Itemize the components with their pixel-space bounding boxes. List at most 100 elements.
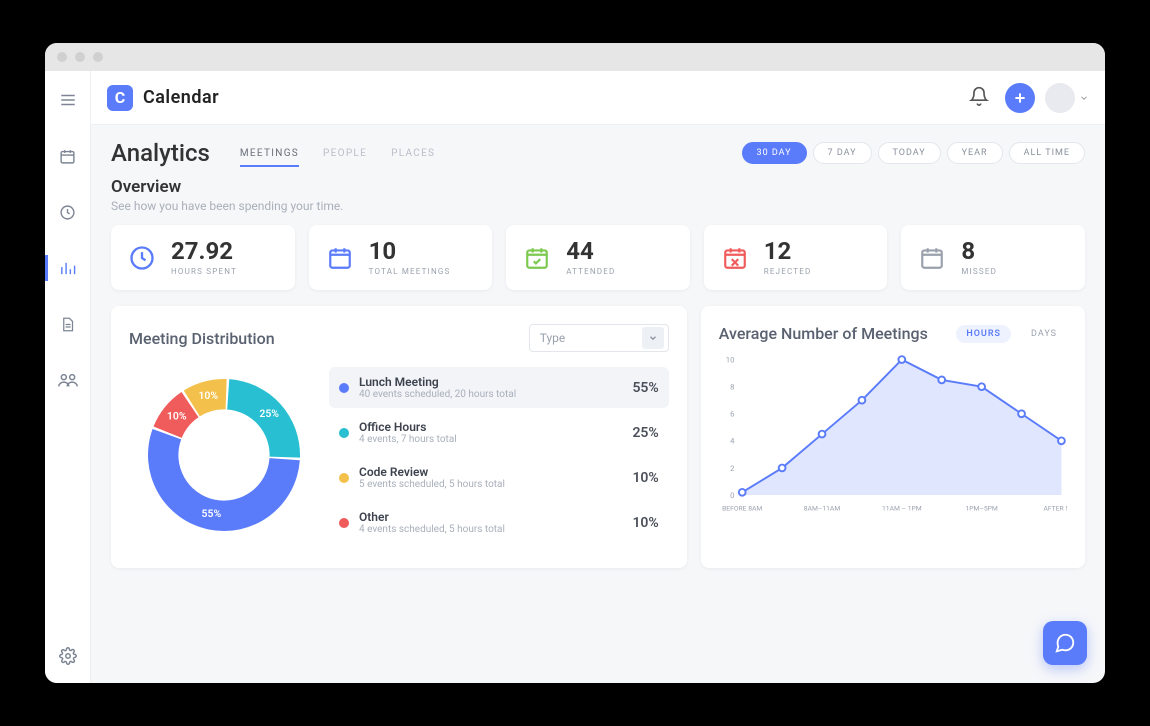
app-window: C Calendar Analytics MEET: [45, 43, 1105, 683]
range-year[interactable]: YEAR: [947, 142, 1003, 164]
legend-pct: 10%: [632, 470, 658, 486]
add-button[interactable]: [1005, 83, 1035, 113]
app-body: C Calendar Analytics MEET: [45, 71, 1105, 683]
stat-value: 8: [961, 239, 997, 263]
range-filter-group: 30 DAY 7 DAY TODAY YEAR ALL TIME: [742, 142, 1085, 164]
stat-value: 10: [369, 239, 451, 263]
window-titlebar: [45, 43, 1105, 71]
stat-card-attended: 44 ATTENDED: [506, 225, 690, 290]
toggle-hours[interactable]: HOURS: [956, 325, 1011, 343]
average-meetings-panel: Average Number of Meetings HOURSDAYS 024…: [701, 306, 1085, 568]
tab-places[interactable]: PLACES: [391, 148, 435, 167]
overview-title: Overview: [111, 177, 1085, 197]
legend-swatch: [339, 428, 349, 438]
stat-card-row: 27.92 HOURS SPENT 10 TOTAL MEETINGS 44 A…: [111, 225, 1085, 290]
distribution-item[interactable]: Other 4 events scheduled, 5 hours total …: [329, 502, 669, 543]
panel-row: Meeting Distribution Type 55% 25% 10% 10% L…: [111, 306, 1085, 568]
legend-swatch: [339, 473, 349, 483]
legend-pct: 10%: [632, 515, 658, 531]
brand-name: Calendar: [143, 87, 219, 108]
range-today[interactable]: TODAY: [878, 142, 941, 164]
donut-chart: 55%25%10%10%: [129, 360, 319, 550]
legend-sub: 4 events, 7 hours total: [359, 434, 622, 445]
area-chart: 0 2 4 6 8 10 BEFORE 8AM 8AM–11AM 11AM – 1PM 1PM–5…: [719, 351, 1067, 521]
legend-sub: 4 events scheduled, 5 hours total: [359, 524, 622, 535]
traffic-light-close[interactable]: [57, 52, 67, 62]
svg-text:55%: 55%: [202, 507, 222, 520]
stat-value: 12: [764, 239, 812, 263]
svg-text:0: 0: [730, 491, 734, 500]
range-30-day[interactable]: 30 DAY: [742, 142, 807, 164]
user-menu[interactable]: [1045, 83, 1089, 113]
stat-label: TOTAL MEETINGS: [369, 267, 451, 276]
svg-text:4: 4: [730, 437, 735, 446]
stat-label: HOURS SPENT: [171, 267, 237, 276]
distribution-item[interactable]: Code Review 5 events scheduled, 5 hours …: [329, 457, 669, 498]
page-title: Analytics: [111, 139, 210, 167]
check-icon: [522, 243, 552, 273]
chevron-down-icon: [642, 327, 664, 349]
legend-name: Code Review: [359, 465, 622, 479]
legend-swatch: [339, 518, 349, 528]
distribution-title: Meeting Distribution: [129, 329, 275, 348]
brand-mark: C: [107, 85, 133, 111]
svg-text:AFTER 5PM: AFTER 5PM: [1043, 504, 1067, 512]
sidebar-item-time[interactable]: [45, 195, 91, 229]
distribution-item[interactable]: Lunch Meeting 40 events scheduled, 20 ho…: [329, 367, 669, 408]
svg-text:8: 8: [730, 383, 734, 392]
svg-text:25%: 25%: [259, 407, 279, 420]
meeting-distribution-panel: Meeting Distribution Type 55% 25% 10% 10% L…: [111, 306, 687, 568]
select-label: Type: [540, 331, 566, 345]
legend-sub: 5 events scheduled, 5 hours total: [359, 479, 622, 490]
page-header-row: Analytics MEETINGS PEOPLE PLACES 30 DAY 7 D…: [111, 139, 1085, 167]
sidebar-item-settings[interactable]: [45, 639, 91, 673]
stat-card-missed: 8 MISSED: [901, 225, 1085, 290]
toggle-days[interactable]: DAYS: [1021, 325, 1067, 343]
sidebar-item-calendar[interactable]: [45, 139, 91, 173]
average-toggle-group: HOURS DAYS: [956, 325, 1067, 343]
avatar: [1045, 83, 1075, 113]
sidebar-item-documents[interactable]: [45, 307, 91, 341]
svg-text:6: 6: [730, 410, 734, 419]
svg-text:2: 2: [730, 464, 735, 473]
notifications-icon[interactable]: [963, 80, 995, 116]
stat-label: REJECTED: [764, 267, 812, 276]
sidebar-item-analytics[interactable]: [45, 251, 91, 285]
sidebar-item-people[interactable]: [45, 363, 91, 397]
stat-card-hours-spent: 27.92 HOURS SPENT: [111, 225, 295, 290]
stat-card-total-meetings: 10 TOTAL MEETINGS: [309, 225, 493, 290]
traffic-light-min[interactable]: [75, 52, 85, 62]
legend-name: Other: [359, 510, 622, 524]
topbar: C Calendar: [91, 71, 1105, 125]
range-7-day[interactable]: 7 DAY: [813, 142, 872, 164]
chevron-down-icon: [1079, 93, 1089, 103]
tab-people[interactable]: PEOPLE: [323, 148, 367, 167]
stat-label: ATTENDED: [566, 267, 615, 276]
distribution-legend: Lunch Meeting 40 events scheduled, 20 ho…: [329, 367, 669, 543]
tab-meetings[interactable]: MEETINGS: [240, 148, 299, 167]
range-all-time[interactable]: ALL TIME: [1009, 142, 1085, 164]
svg-text:11AM – 1PM: 11AM – 1PM: [882, 504, 922, 512]
legend-swatch: [339, 383, 349, 393]
content: Analytics MEETINGS PEOPLE PLACES 30 DAY 7 D…: [91, 125, 1105, 683]
main: C Calendar Analytics MEET: [91, 71, 1105, 683]
svg-text:BEFORE 8AM: BEFORE 8AM: [722, 504, 762, 512]
overview-subtitle: See how you have been spending your time…: [111, 199, 1085, 213]
svg-text:10%: 10%: [167, 410, 187, 423]
chat-fab[interactable]: [1043, 621, 1087, 665]
sidebar: [45, 71, 91, 683]
svg-text:8AM–11AM: 8AM–11AM: [804, 504, 841, 512]
legend-sub: 40 events scheduled, 20 hours total: [359, 389, 622, 400]
stat-label: MISSED: [961, 267, 997, 276]
clock-icon: [127, 243, 157, 273]
legend-name: Office Hours: [359, 420, 622, 434]
svg-text:1PM–5PM: 1PM–5PM: [965, 504, 997, 512]
distribution-item[interactable]: Office Hours 4 events, 7 hours total 25%: [329, 412, 669, 453]
blank-icon: [917, 243, 947, 273]
calendar-icon: [325, 243, 355, 273]
hamburger-icon[interactable]: [45, 83, 91, 117]
distribution-type-select[interactable]: Type: [529, 324, 669, 352]
stat-value: 27.92: [171, 239, 237, 263]
traffic-light-max[interactable]: [93, 52, 103, 62]
svg-text:10: 10: [726, 355, 735, 364]
